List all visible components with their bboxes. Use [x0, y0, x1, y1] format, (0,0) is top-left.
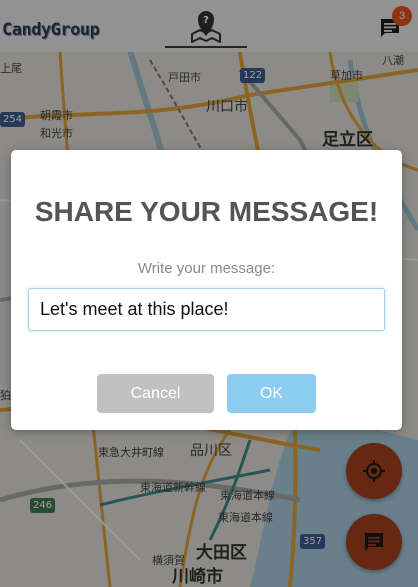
- cancel-button[interactable]: Cancel: [97, 374, 214, 413]
- ok-button[interactable]: OK: [227, 374, 316, 413]
- message-input[interactable]: [28, 288, 385, 331]
- share-message-dialog: SHARE YOUR MESSAGE! Write your message: …: [11, 150, 402, 430]
- message-label: Write your message:: [137, 260, 276, 277]
- dialog-title: SHARE YOUR MESSAGE!: [34, 196, 379, 227]
